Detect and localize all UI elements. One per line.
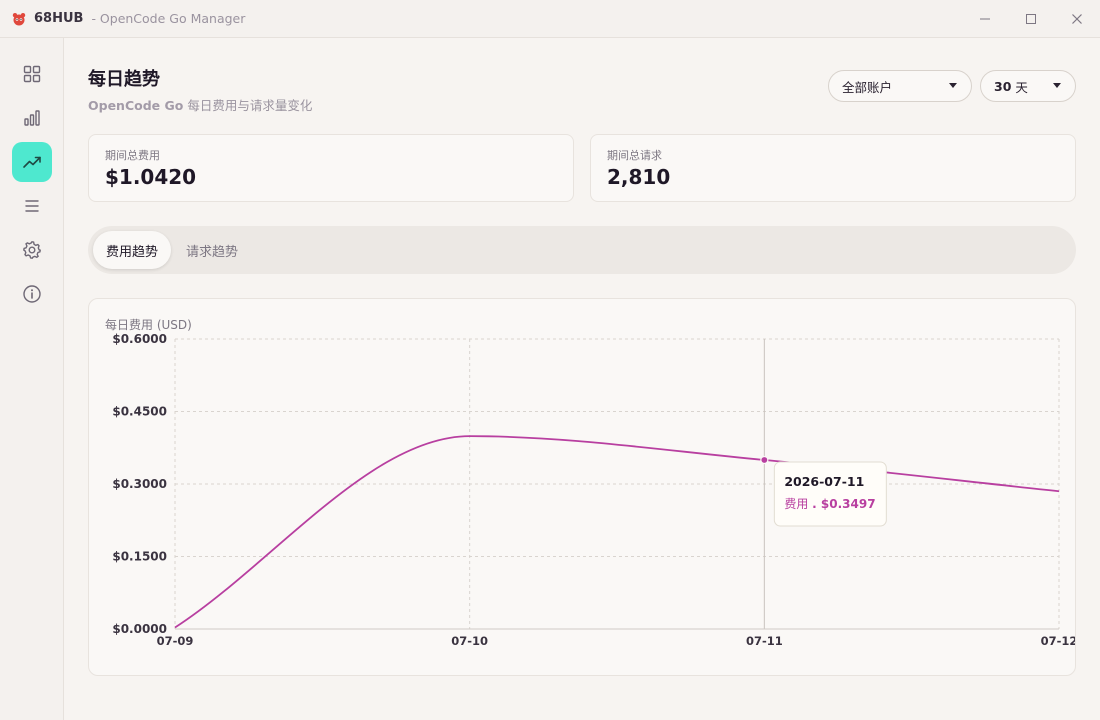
grid-icon <box>23 65 41 83</box>
range-select[interactable]: 30 天 <box>980 70 1076 102</box>
tab-request-trend[interactable]: 请求趋势 <box>176 231 248 269</box>
sidebar-item-list[interactable] <box>12 186 52 226</box>
stat-requests-value: 2,810 <box>607 165 671 189</box>
app-name: 68HUB <box>34 11 84 26</box>
trend-up-icon <box>23 156 41 168</box>
bar-chart-icon <box>24 110 40 126</box>
range-select-unit: 天 <box>1015 79 1028 95</box>
close-icon <box>1072 14 1082 24</box>
stat-requests-label: 期间总请求 <box>607 149 662 162</box>
trend-tabs: 费用趋势 请求趋势 <box>88 226 1076 274</box>
subtitle-text: 每日费用与请求量变化 <box>183 98 313 113</box>
sidebar <box>0 38 64 720</box>
chevron-down-icon <box>949 83 957 88</box>
page-title: 每日趋势 <box>88 69 160 90</box>
maximize-button[interactable] <box>1008 0 1054 38</box>
y-tick-label: $0.6000 <box>112 332 167 346</box>
range-select-number: 30 <box>994 78 1012 94</box>
sidebar-item-dashboard[interactable] <box>12 54 52 94</box>
stat-cost-value: $1.0420 <box>105 165 197 189</box>
title-bar: 68HUB - OpenCode Go Manager <box>0 0 1100 38</box>
x-tick-label: 07-12 <box>1041 634 1075 648</box>
main-content: 每日趋势 OpenCode Go 每日费用与请求量变化 全部账户 30 天 期间总… <box>64 38 1100 720</box>
tab-cost-trend[interactable]: 费用趋势 <box>93 231 171 269</box>
app-subtitle: - OpenCode Go Manager <box>91 11 246 26</box>
stat-card-cost: 期间总费用 $1.0420 <box>88 134 574 202</box>
gear-icon <box>23 241 41 259</box>
account-select-value: 全部账户 <box>842 79 893 95</box>
tooltip-series-label: 费用 <box>784 497 812 511</box>
y-tick-label: $0.1500 <box>112 550 167 564</box>
sidebar-item-settings[interactable] <box>12 230 52 270</box>
x-tick-label: 07-11 <box>746 634 783 648</box>
subtitle-brand: OpenCode Go <box>88 98 184 113</box>
chevron-down-icon <box>1053 83 1061 88</box>
tooltip-date: 2026-07-11 <box>784 474 864 489</box>
sidebar-item-about[interactable] <box>12 274 52 314</box>
minimize-button[interactable] <box>962 0 1008 38</box>
sidebar-item-usage[interactable] <box>12 98 52 138</box>
hover-point <box>760 455 769 465</box>
page-subtitle: OpenCode Go 每日费用与请求量变化 <box>88 95 312 114</box>
y-tick-label: $0.3000 <box>112 477 167 491</box>
tooltip-amount: . $0.3497 <box>812 497 875 511</box>
y-tick-label: $0.4500 <box>112 405 167 419</box>
info-icon <box>23 285 41 303</box>
cost-line-chart: $0.6000$0.4500$0.3000$0.1500$0.000007-09… <box>112 332 1075 648</box>
stat-cost-label: 期间总费用 <box>105 149 160 162</box>
sidebar-item-trends[interactable] <box>12 142 52 182</box>
x-tick-label: 07-09 <box>157 634 194 648</box>
window-controls <box>962 0 1100 38</box>
maximize-icon <box>1026 14 1036 24</box>
minimize-icon <box>980 18 990 20</box>
x-tick-label: 07-10 <box>451 634 488 648</box>
tooltip-box <box>773 461 887 527</box>
chart-card: 每日费用 (USD) $0.6000 $0.4500 $0.3000 $0.1500 $… <box>88 298 1076 676</box>
series-line-cost <box>174 435 1060 629</box>
app-logo-icon <box>12 12 26 25</box>
close-button[interactable] <box>1054 0 1100 38</box>
stat-card-requests: 期间总请求 2,810 <box>590 134 1076 202</box>
tooltip-value: 费用 . $0.3497 <box>784 497 875 511</box>
account-select[interactable]: 全部账户 <box>828 70 972 102</box>
list-icon <box>25 200 39 212</box>
